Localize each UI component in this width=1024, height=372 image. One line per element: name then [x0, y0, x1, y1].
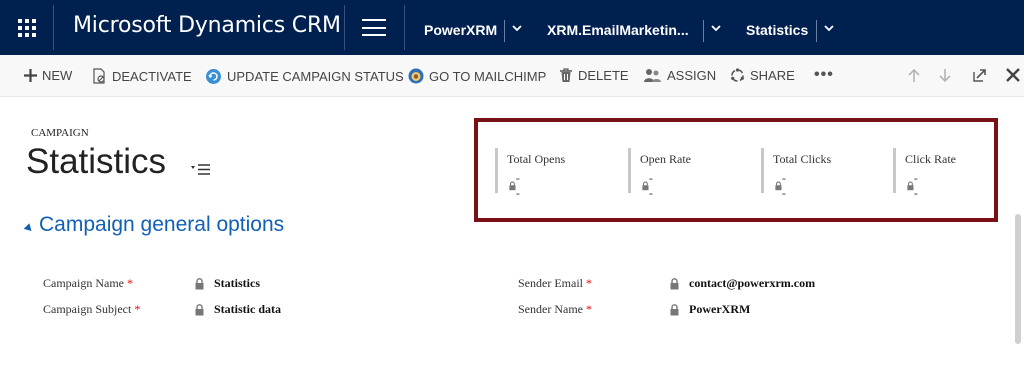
required-marker: * — [585, 276, 592, 290]
stat-open-rate: Open Rate -- — [628, 148, 691, 200]
campaign-subject-label: Campaign Subject * — [43, 302, 141, 316]
sender-name-field[interactable]: PowerXRM — [670, 302, 750, 317]
lock-icon — [509, 181, 516, 191]
page-title: Statistics — [26, 142, 167, 181]
lock-icon — [195, 277, 204, 289]
update-campaign-status-label: UPDATE CAMPAIGN STATUS — [227, 69, 404, 84]
chevron-down-icon[interactable] — [711, 22, 721, 36]
breadcrumb-statistics[interactable]: Statistics — [746, 22, 808, 38]
breadcrumb-divider — [816, 20, 817, 42]
trash-icon — [560, 68, 572, 82]
chevron-down-icon[interactable] — [512, 22, 522, 36]
stat-total-clicks: Total Clicks -- — [761, 148, 831, 200]
update-campaign-status-button[interactable]: UPDATE CAMPAIGN STATUS — [205, 68, 404, 85]
required-marker: * — [134, 302, 141, 316]
campaign-subject-value: Statistic data — [214, 302, 281, 316]
share-icon — [731, 68, 744, 82]
go-to-mailchimp-label: GO TO MAILCHIMP — [429, 68, 547, 84]
hamburger-menu-icon[interactable] — [362, 19, 386, 36]
more-commands-button[interactable]: ••• — [814, 66, 834, 84]
campaign-subject-field[interactable]: Statistic data — [195, 302, 281, 317]
arrow-up-icon[interactable] — [907, 68, 921, 83]
campaign-statistics-panel: Total Opens -- Open Rate -- Total Clicks… — [474, 118, 998, 222]
top-navigation-bar: Microsoft Dynamics CRM PowerXRM XRM.Emai… — [0, 0, 1024, 55]
deactivate-icon — [93, 68, 105, 84]
campaign-name-label: Campaign Name * — [43, 276, 133, 290]
lock-icon — [670, 277, 679, 289]
sender-email-label: Sender Email * — [518, 276, 592, 290]
stat-value: -- — [642, 171, 655, 201]
stat-total-opens: Total Opens -- — [495, 148, 565, 200]
lock-icon — [907, 181, 914, 191]
deactivate-label: DEACTIVATE — [112, 68, 192, 84]
sender-email-value: contact@powerxrm.com — [689, 276, 816, 290]
share-label: SHARE — [750, 68, 795, 83]
command-bar: NEW DEACTIVATE UPDATE CAMPAIGN STATUS GO… — [0, 55, 1024, 97]
waffle-icon — [17, 18, 36, 37]
delete-button[interactable]: DELETE — [559, 68, 629, 83]
assign-icon — [644, 69, 661, 82]
nav-divider — [53, 5, 54, 50]
stat-label: Total Clicks — [773, 152, 832, 166]
stat-label: Total Opens — [507, 152, 566, 166]
app-title[interactable]: Microsoft Dynamics CRM — [73, 13, 341, 38]
entity-type-label: CAMPAIGN — [31, 127, 89, 139]
stat-click-rate: Click Rate -- — [893, 148, 956, 200]
new-label: NEW — [42, 68, 73, 83]
form-selector-icon[interactable] — [191, 164, 211, 176]
nav-divider — [404, 5, 405, 50]
collapse-triangle-icon — [23, 222, 35, 234]
go-to-mailchimp-button[interactable]: GO TO MAILCHIMP — [408, 68, 546, 84]
app-launcher-button[interactable] — [0, 0, 53, 55]
close-icon[interactable] — [1006, 68, 1020, 82]
required-marker: * — [585, 302, 592, 316]
delete-label: DELETE — [578, 68, 629, 83]
required-marker: * — [126, 276, 133, 290]
deactivate-button[interactable]: DEACTIVATE — [93, 68, 192, 84]
section-toggle[interactable]: Campaign general options — [23, 213, 285, 237]
stat-value: -- — [509, 171, 522, 201]
stat-value-text: -- — [781, 171, 786, 200]
lock-icon — [195, 303, 204, 315]
breadcrumb-divider — [504, 20, 505, 42]
campaign-name-field[interactable]: Statistics — [195, 276, 260, 291]
sender-name-value: PowerXRM — [689, 302, 751, 316]
mailchimp-icon — [408, 68, 424, 84]
plus-icon — [24, 69, 37, 82]
new-button[interactable]: NEW — [24, 68, 72, 83]
chevron-down-icon[interactable] — [824, 22, 834, 36]
lock-icon — [775, 181, 782, 191]
campaign-name-value: Statistics — [214, 276, 260, 290]
section-title: Campaign general options — [39, 213, 285, 236]
breadcrumb-powerxrm[interactable]: PowerXRM — [424, 22, 497, 38]
lock-icon — [670, 303, 679, 315]
share-button[interactable]: SHARE — [730, 68, 795, 83]
breadcrumb-emailmarketing[interactable]: XRM.EmailMarketin... — [547, 22, 689, 38]
assign-label: ASSIGN — [667, 68, 717, 83]
sender-email-field[interactable]: contact@powerxrm.com — [670, 276, 815, 291]
stat-value-text: -- — [913, 171, 918, 200]
arrow-down-icon[interactable] — [938, 68, 952, 83]
lock-icon — [642, 181, 649, 191]
stat-value: -- — [775, 171, 788, 201]
stat-label: Open Rate — [640, 152, 691, 166]
sender-name-label: Sender Name * — [518, 302, 592, 316]
nav-divider — [344, 5, 345, 50]
assign-button[interactable]: ASSIGN — [644, 68, 716, 83]
stat-label: Click Rate — [905, 152, 956, 166]
stat-value-text: -- — [648, 171, 653, 200]
popout-icon[interactable] — [972, 68, 987, 83]
vertical-scrollbar[interactable] — [1015, 214, 1021, 344]
refresh-status-icon — [206, 69, 221, 84]
stat-value-text: -- — [515, 171, 520, 200]
breadcrumb-divider — [703, 20, 704, 42]
stat-value: -- — [907, 171, 920, 201]
